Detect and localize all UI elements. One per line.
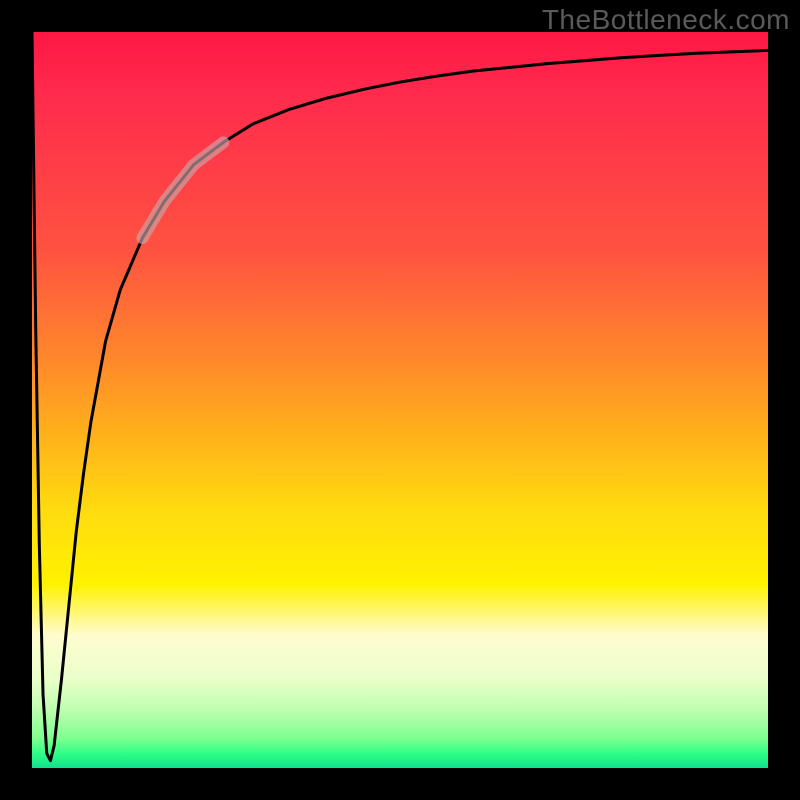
curve-layer [32, 32, 768, 768]
highlight-segment [142, 142, 223, 238]
plot-area [32, 32, 768, 768]
chart-frame: TheBottleneck.com [0, 0, 800, 800]
main-curve [32, 32, 768, 761]
